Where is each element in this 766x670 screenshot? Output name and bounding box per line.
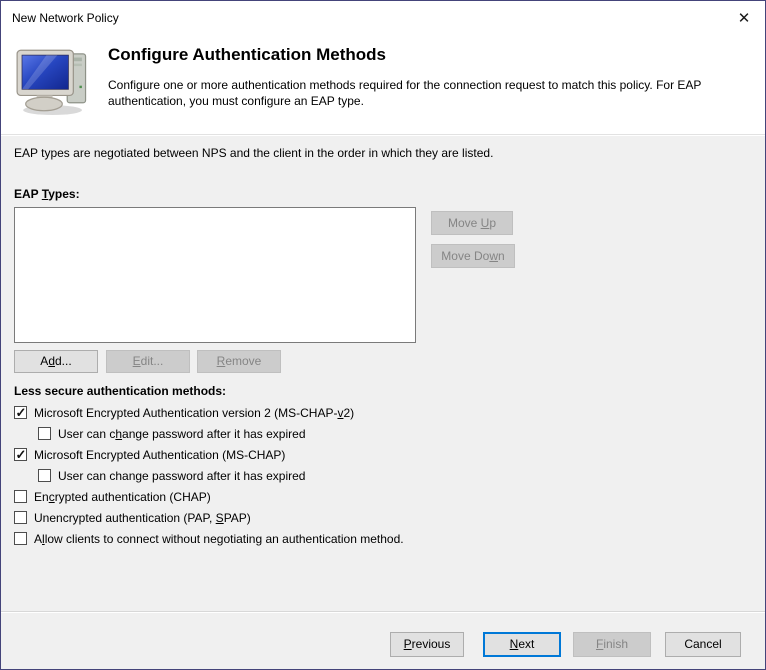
add-button[interactable]: Add... (14, 350, 98, 373)
checkbox-label: User can change password after it has ex… (58, 468, 306, 483)
checkbox-label: Allow clients to connect without negotia… (34, 531, 404, 546)
computer-monitor-icon (16, 49, 87, 115)
checkbox[interactable] (14, 511, 27, 524)
checkbox-row[interactable]: User can change password after it has ex… (14, 423, 755, 444)
remove-button[interactable]: Remove (197, 350, 281, 373)
move-down-button[interactable]: Move Down (431, 244, 515, 268)
checkbox[interactable] (38, 427, 51, 440)
footer-separator (1, 611, 765, 613)
cancel-button[interactable]: Cancel (665, 632, 741, 657)
checkbox-row[interactable]: Unencrypted authentication (PAP, SPAP) (14, 507, 755, 528)
edit-button[interactable]: Edit... (106, 350, 190, 373)
checkbox[interactable] (14, 405, 27, 421)
checkbox-row[interactable]: Microsoft Encrypted Authentication versi… (14, 402, 755, 423)
checkbox[interactable] (14, 490, 27, 503)
eap-order-note: EAP types are negotiated between NPS and… (14, 146, 494, 160)
checkbox-label: User can change password after it has ex… (58, 426, 306, 441)
checkbox-row[interactable]: Allow clients to connect without negotia… (14, 528, 755, 549)
checkbox-label: Microsoft Encrypted Authentication (MS-C… (34, 447, 286, 462)
new-network-policy-dialog: New Network Policy ✕ Configure Authentic… (0, 0, 766, 670)
checkbox[interactable] (14, 532, 27, 545)
checkbox-row[interactable]: User can change password after it has ex… (14, 465, 755, 486)
previous-button[interactable]: Previous (390, 632, 464, 657)
checkbox-label: Encrypted authentication (CHAP) (34, 489, 211, 504)
wizard-header: Configure Authentication Methods Configu… (1, 35, 765, 135)
checkbox-label: Microsoft Encrypted Authentication versi… (34, 405, 355, 420)
move-up-button[interactable]: Move Up (431, 211, 513, 235)
eap-types-label: EAP Types: (14, 187, 80, 201)
page-title: Configure Authentication Methods (108, 45, 386, 64)
page-description: Configure one or more authentication met… (108, 78, 702, 108)
less-secure-heading: Less secure authentication methods: (14, 384, 227, 398)
next-button[interactable]: Next (483, 632, 561, 657)
checkbox[interactable] (38, 469, 51, 482)
checkbox-row[interactable]: Encrypted authentication (CHAP) (14, 486, 755, 507)
finish-button[interactable]: Finish (573, 632, 651, 657)
close-icon[interactable]: ✕ (732, 7, 756, 29)
window-title: New Network Policy (12, 11, 119, 25)
titlebar: New Network Policy ✕ (1, 1, 765, 35)
auth-methods-checkbox-list: Microsoft Encrypted Authentication versi… (14, 402, 755, 549)
eap-types-listbox[interactable] (14, 207, 416, 343)
wizard-body: EAP types are negotiated between NPS and… (1, 136, 765, 669)
checkbox[interactable] (14, 447, 27, 463)
checkbox-label: Unencrypted authentication (PAP, SPAP) (34, 510, 251, 525)
checkbox-row[interactable]: Microsoft Encrypted Authentication (MS-C… (14, 444, 755, 465)
